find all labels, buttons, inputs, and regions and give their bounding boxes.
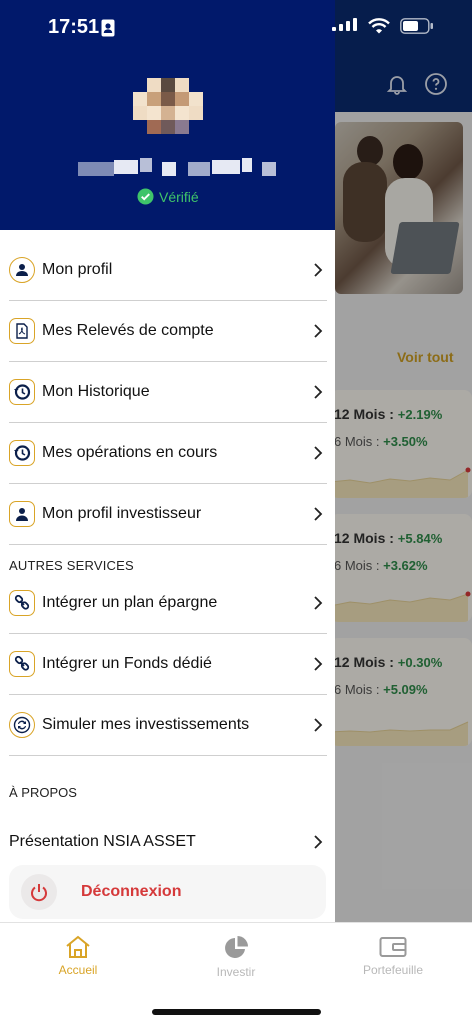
investor-icon bbox=[9, 501, 35, 527]
chevron-right-icon bbox=[314, 507, 323, 521]
status-bar: 17:51 bbox=[0, 0, 472, 56]
tab-accueil[interactable]: Accueil bbox=[28, 935, 128, 977]
logout-button[interactable]: Déconnexion bbox=[9, 865, 326, 919]
menu-item-presentation[interactable]: Présentation NSIA ASSET bbox=[9, 818, 327, 865]
wifi-icon bbox=[368, 18, 390, 34]
home-icon bbox=[66, 935, 90, 958]
contact-card-icon bbox=[101, 19, 115, 37]
menu-item-mon-profil[interactable]: Mon profil bbox=[9, 240, 327, 301]
chevron-right-icon bbox=[314, 385, 323, 399]
power-icon bbox=[21, 874, 57, 910]
chevron-right-icon bbox=[314, 596, 323, 610]
menu-item-fonds-dedie[interactable]: Intégrer un Fonds dédié bbox=[9, 634, 327, 695]
chevron-right-icon bbox=[314, 324, 323, 338]
link-icon bbox=[9, 590, 35, 616]
menu-item-profil-investisseur[interactable]: Mon profil investisseur bbox=[9, 484, 327, 545]
navigation-drawer: Vérifié Mon profil Mes Relevés de compte… bbox=[0, 0, 335, 922]
section-title-a-propos: À PROPOS bbox=[9, 785, 77, 800]
menu-item-operations-en-cours[interactable]: Mes opérations en cours bbox=[9, 423, 327, 484]
verified-badge: Vérifié bbox=[137, 188, 199, 205]
signal-icon bbox=[332, 18, 357, 31]
avatar[interactable] bbox=[133, 78, 203, 134]
chevron-right-icon bbox=[314, 263, 323, 277]
check-circle-icon bbox=[137, 188, 154, 205]
menu-item-plan-epargne[interactable]: Intégrer un plan épargne bbox=[9, 573, 327, 634]
pdf-icon bbox=[9, 318, 35, 344]
chevron-right-icon bbox=[314, 718, 323, 732]
status-time: 17:51 bbox=[48, 16, 100, 38]
home-indicator bbox=[152, 1009, 321, 1015]
link-icon bbox=[9, 651, 35, 677]
chevron-right-icon bbox=[314, 657, 323, 671]
battery-icon bbox=[400, 18, 433, 34]
drawer-menu: Mon profil Mes Relevés de compte Mon His… bbox=[9, 240, 327, 865]
menu-item-historique[interactable]: Mon Historique bbox=[9, 362, 327, 423]
history-icon bbox=[9, 440, 35, 466]
chevron-right-icon bbox=[314, 446, 323, 460]
simulate-icon bbox=[9, 712, 35, 738]
menu-item-releves[interactable]: Mes Relevés de compte bbox=[9, 301, 327, 362]
chevron-right-icon bbox=[314, 834, 323, 849]
tab-investir[interactable]: Investir bbox=[186, 935, 286, 979]
history-icon bbox=[9, 379, 35, 405]
tab-portefeuille[interactable]: Portefeuille bbox=[343, 935, 443, 977]
wallet-icon bbox=[379, 937, 407, 957]
user-icon bbox=[9, 257, 35, 283]
section-title-autres-services: AUTRES SERVICES bbox=[9, 558, 134, 573]
user-name-redacted bbox=[70, 158, 290, 176]
pie-chart-icon bbox=[225, 936, 248, 958]
menu-item-simuler[interactable]: Simuler mes investissements bbox=[9, 695, 327, 756]
